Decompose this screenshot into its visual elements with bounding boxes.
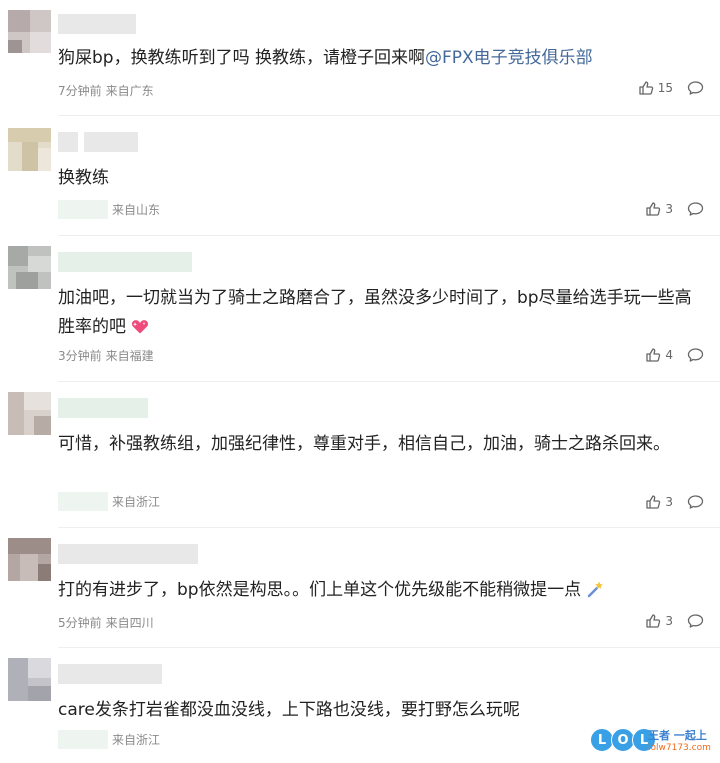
watermark-logo: L O L 王者 一起上 lolw7173.com [590, 726, 716, 758]
reply-button[interactable] [687, 201, 704, 217]
watermark-title: 王者 一起上 [648, 729, 707, 742]
like-count: 3 [665, 614, 673, 628]
comment-actions: 15 [638, 80, 704, 96]
username[interactable] [58, 252, 192, 272]
reply-button[interactable] [687, 613, 704, 629]
like-button[interactable]: 3 [645, 613, 673, 629]
thumbs-up-icon [646, 202, 661, 216]
username[interactable] [58, 132, 78, 152]
comment-item: 可惜，补强教练组，加强纪律性，尊重对手，相信自己，加油，骑士之路杀回来。 来自浙… [0, 382, 720, 528]
comment-actions: 4 [645, 347, 704, 363]
time-blur [58, 730, 108, 749]
reply-button[interactable] [687, 347, 704, 363]
comment-text: 换教练 [58, 168, 109, 188]
avatar[interactable] [8, 538, 51, 581]
username[interactable] [58, 544, 198, 564]
comment-meta: 来自浙江 [58, 730, 160, 749]
comment-meta: 3分钟前 来自福建 [58, 347, 154, 364]
comment-location: 来自浙江 [112, 733, 161, 747]
username-blur [84, 132, 138, 152]
avatar[interactable] [8, 128, 51, 171]
comment-location: 来自浙江 [112, 495, 161, 509]
avatar[interactable] [8, 658, 51, 701]
username[interactable] [58, 398, 148, 418]
comment-bubble-icon [687, 614, 704, 628]
comment-meta: 来自山东 [58, 200, 160, 219]
thumbs-up-icon [639, 81, 653, 95]
like-count: 3 [665, 495, 673, 509]
time-blur [58, 200, 108, 219]
reply-button[interactable] [687, 494, 704, 510]
mention-link[interactable]: @FPX电子竞技俱乐部 [425, 48, 593, 68]
comment-text: care发条打岩雀都没血没线，上下路也没线，要打野怎么玩呢 [58, 700, 520, 720]
avatar[interactable] [8, 246, 51, 289]
time-blur [58, 492, 108, 511]
like-button[interactable]: 4 [645, 347, 673, 363]
avatar[interactable] [8, 392, 51, 435]
comment-text: 加油吧，一切就当为了骑士之路磨合了，虽然没多少时间了，bp尽量给选手玩一些高胜率… [58, 284, 706, 342]
watermark-url: lolw7173.com [648, 743, 711, 753]
watermark-letters: L O L [590, 728, 656, 752]
comment-text: 打的有进步了，bp依然是构思。。们上单这个优先级能不能稍微提一点 [58, 576, 706, 605]
comment-text-body: 加油吧，一切就当为了骑士之路磨合了，虽然没多少时间了，bp尽量给选手玩一些高胜率… [58, 288, 692, 337]
comment-location: 来自四川 [105, 616, 154, 630]
comment-text-body: 狗屎bp，换教练听到了吗 换教练，请橙子回来啊 [58, 48, 425, 68]
comment-meta: 7分钟前 来自广东 [58, 82, 154, 99]
comment-time: 5分钟前 [58, 616, 102, 630]
comment-item: 狗屎bp，换教练听到了吗 换教练，请橙子回来啊@FPX电子竞技俱乐部 7分钟前 … [0, 0, 720, 116]
sparkle-wand-icon [587, 581, 603, 598]
like-count: 4 [665, 348, 673, 362]
comment-text: 狗屎bp，换教练听到了吗 换教练，请橙子回来啊@FPX电子竞技俱乐部 [58, 44, 706, 73]
reply-button[interactable] [687, 80, 704, 96]
username[interactable] [58, 664, 162, 684]
comment-actions: 3 [645, 613, 704, 629]
comment-item: 加油吧，一切就当为了骑士之路磨合了，虽然没多少时间了，bp尽量给选手玩一些高胜率… [0, 236, 720, 382]
comment-time: 7分钟前 [58, 84, 102, 98]
sparkling-heart-icon [132, 320, 149, 334]
comment-actions: 3 [645, 201, 704, 217]
comment-location: 来自广东 [105, 84, 154, 98]
comment-meta: 来自浙江 [58, 492, 160, 511]
comment-text-body: 打的有进步了，bp依然是构思。。们上单这个优先级能不能稍微提一点 [58, 580, 582, 600]
comment-location: 来自福建 [105, 349, 154, 363]
thumbs-up-icon [646, 614, 661, 628]
comment-bubble-icon [687, 348, 704, 362]
comment-actions: 3 [645, 494, 704, 510]
comment-bubble-icon [687, 81, 704, 95]
like-button[interactable]: 15 [638, 80, 673, 96]
comment-bubble-icon [687, 202, 704, 216]
thumbs-up-icon [646, 348, 661, 362]
comment-text: 可惜，补强教练组，加强纪律性，尊重对手，相信自己，加油，骑士之路杀回来。 [58, 434, 670, 454]
like-count: 15 [657, 81, 673, 95]
avatar[interactable] [8, 10, 51, 53]
comment-item: 打的有进步了，bp依然是构思。。们上单这个优先级能不能稍微提一点 5分钟前 来自… [0, 528, 720, 648]
like-count: 3 [665, 202, 673, 216]
comment-bubble-icon [687, 495, 704, 509]
comment-location: 来自山东 [112, 203, 161, 217]
like-button[interactable]: 3 [645, 494, 673, 510]
comment-meta: 5分钟前 来自四川 [58, 614, 154, 631]
comment-item: 换教练 来自山东 3 [0, 116, 720, 236]
username[interactable] [58, 14, 136, 34]
thumbs-up-icon [646, 495, 661, 509]
like-button[interactable]: 3 [645, 201, 673, 217]
comment-time: 3分钟前 [58, 349, 102, 363]
